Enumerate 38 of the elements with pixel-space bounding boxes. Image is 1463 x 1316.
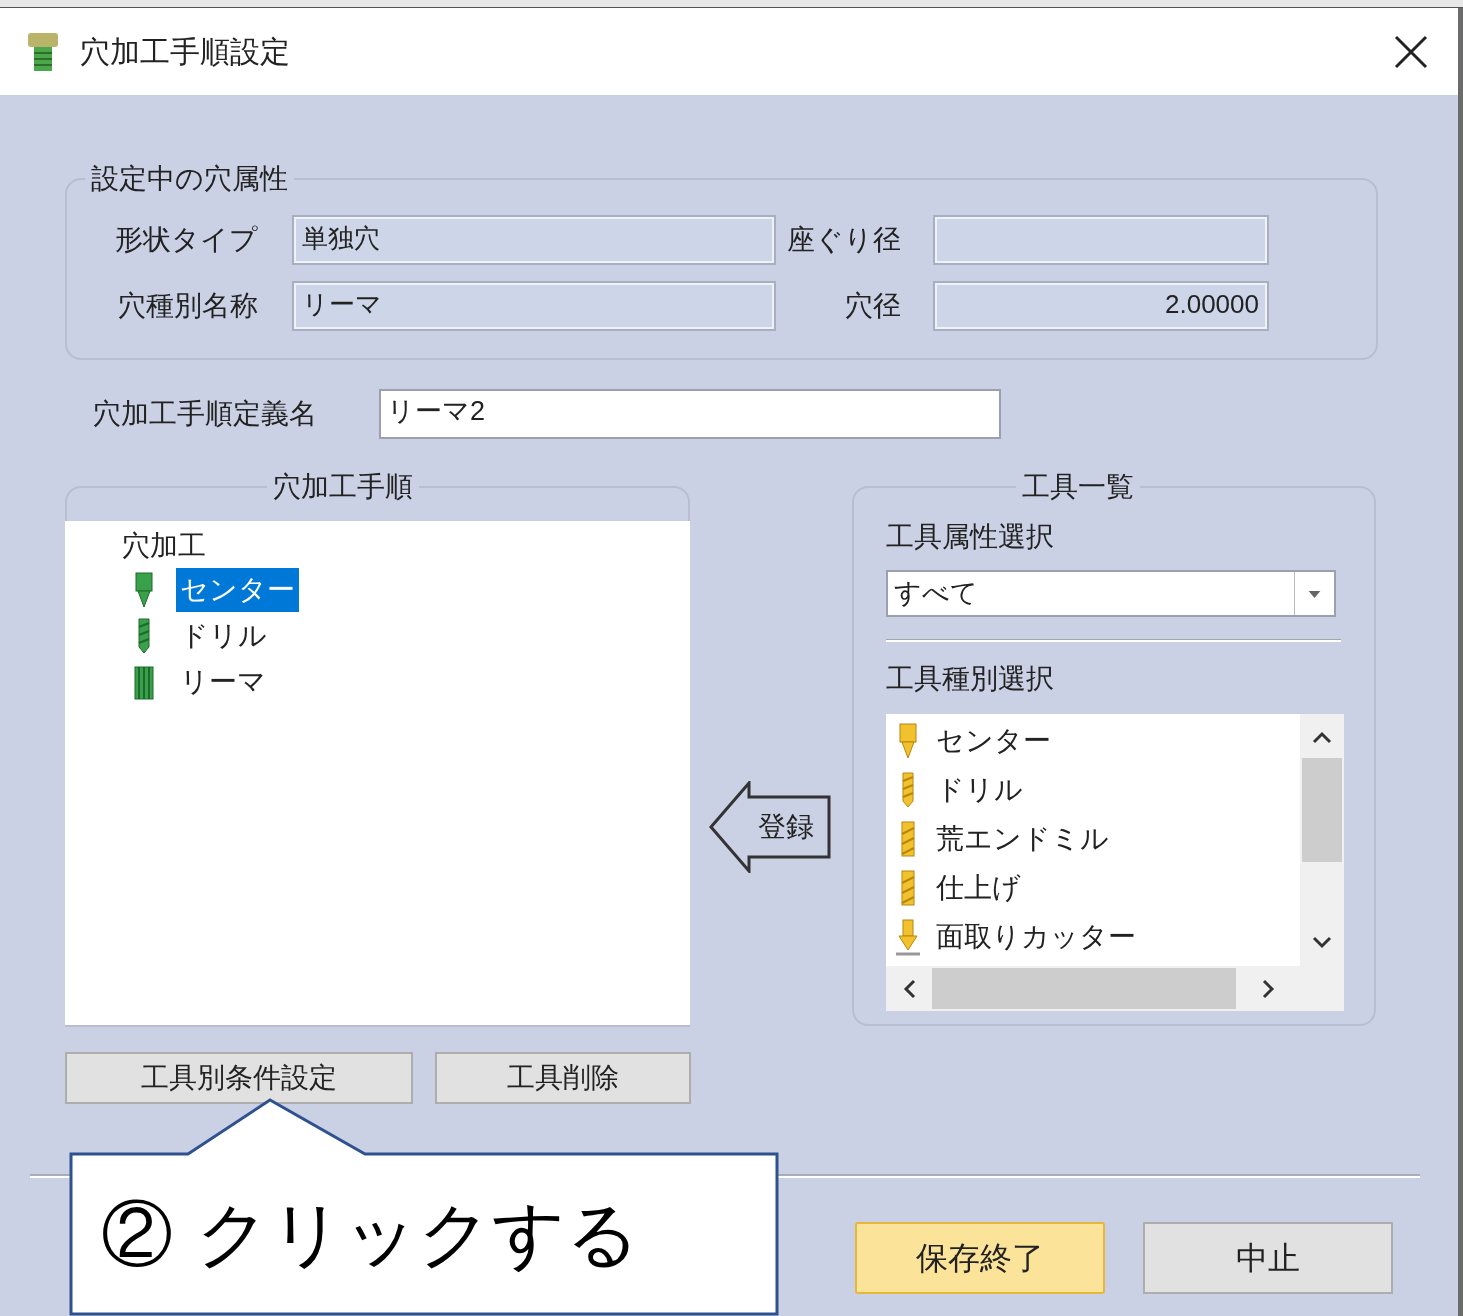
readonly-field[interactable]: [933, 215, 1269, 265]
horizontal-scrollbar[interactable]: [886, 966, 1344, 1011]
save-button[interactable]: 保存終了: [855, 1222, 1105, 1294]
readonly-field[interactable]: リーマ: [292, 281, 776, 331]
field-label: 工具種別選択: [886, 662, 1055, 696]
center-drill-icon: [132, 571, 156, 609]
list-item[interactable]: 面取りカッター: [934, 915, 1138, 958]
field-label: 座ぐり径: [786, 223, 902, 257]
scroll-thumb[interactable]: [1302, 758, 1342, 862]
field-label: 形状タイプ: [114, 223, 259, 257]
list-item[interactable]: センター: [934, 719, 1053, 762]
readonly-field[interactable]: 2.00000: [933, 281, 1269, 331]
tree-item[interactable]: ドリル: [176, 614, 271, 658]
tree-item[interactable]: リーマ: [176, 660, 270, 704]
list-item[interactable]: ドリル: [934, 768, 1025, 811]
cancel-button[interactable]: 中止: [1143, 1222, 1393, 1294]
field-label: 穴加工手順定義名: [93, 397, 318, 431]
attribute-dropdown[interactable]: すべて: [886, 570, 1336, 617]
field-label: 穴径: [844, 289, 902, 323]
reamer-icon: [132, 663, 156, 701]
readonly-field[interactable]: 単独穴: [292, 215, 776, 265]
scroll-thumb[interactable]: [932, 968, 1236, 1009]
tree-item[interactable]: 穴加工: [122, 530, 206, 561]
tool-delete-button[interactable]: 工具削除: [435, 1052, 691, 1104]
register-arrow-button[interactable]: 登録: [709, 780, 833, 873]
callout-text: ② クリックする: [101, 1191, 640, 1278]
center-drill-icon: [896, 721, 920, 760]
list-item[interactable]: 荒エンドミル: [934, 817, 1111, 860]
tool-conditions-button[interactable]: 工具別条件設定: [65, 1052, 413, 1104]
vertical-scrollbar[interactable]: [1300, 714, 1344, 966]
field-label: 工具属性選択: [886, 520, 1055, 554]
procedure-name-field[interactable]: リーマ2: [379, 389, 1001, 439]
window-title: 穴加工手順設定: [80, 34, 290, 70]
chamfer-cutter-icon: [896, 917, 920, 956]
close-icon[interactable]: [1394, 34, 1428, 69]
tree-item[interactable]: センター: [176, 568, 299, 612]
list-item[interactable]: 仕上げ: [934, 866, 1023, 909]
field-label: 穴種別名称: [117, 289, 259, 323]
